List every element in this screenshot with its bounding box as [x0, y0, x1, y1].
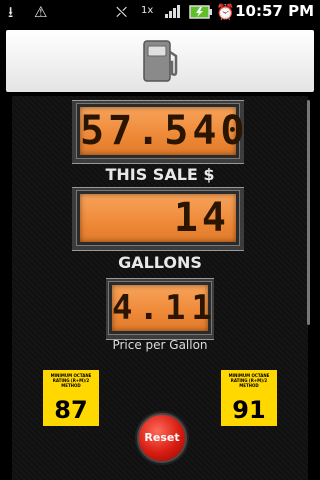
no-signal-icon: ⛌ — [116, 3, 128, 21]
data-1x-icon: 1x — [141, 5, 154, 16]
price-per-gallon-label: Price per Gallon — [112, 338, 208, 352]
octane-87-value: 87 — [54, 396, 88, 424]
usb-icon: ⭳ — [8, 3, 14, 21]
octane-91-caption: MINIMUM OCTANE RATING (R+M)/2 METHOD — [228, 373, 270, 388]
status-bar: ⭳ ⚠ ⛌ 1x ⏰ 10:57 PM — [0, 0, 320, 25]
clock: 10:57 PM — [235, 2, 314, 20]
scrollbar[interactable] — [307, 100, 310, 325]
warning-icon: ⚠ — [34, 3, 48, 21]
octane-87-caption: MINIMUM OCTANE RATING (R+M)/2 METHOD — [50, 373, 92, 388]
total-display: 57.540 — [77, 104, 245, 158]
this-sale-label: THIS SALE $ — [105, 165, 215, 184]
battery-charging-icon — [189, 5, 213, 23]
gallons-label: GALLONS — [118, 253, 202, 272]
signal-bars-icon — [164, 3, 182, 23]
octane-91-value: 91 — [232, 396, 266, 424]
octane-91-button[interactable]: MINIMUM OCTANE RATING (R+M)/2 METHOD 91 — [220, 369, 278, 427]
octane-87-button[interactable]: MINIMUM OCTANE RATING (R+M)/2 METHOD 87 — [42, 369, 100, 427]
reset-button[interactable]: Reset — [137, 413, 187, 463]
alarm-icon: ⏰ — [216, 3, 235, 21]
price-display: 4.11 — [109, 282, 212, 334]
gallons-display: 14 — [77, 191, 239, 245]
fuel-pump-icon — [138, 38, 184, 88]
